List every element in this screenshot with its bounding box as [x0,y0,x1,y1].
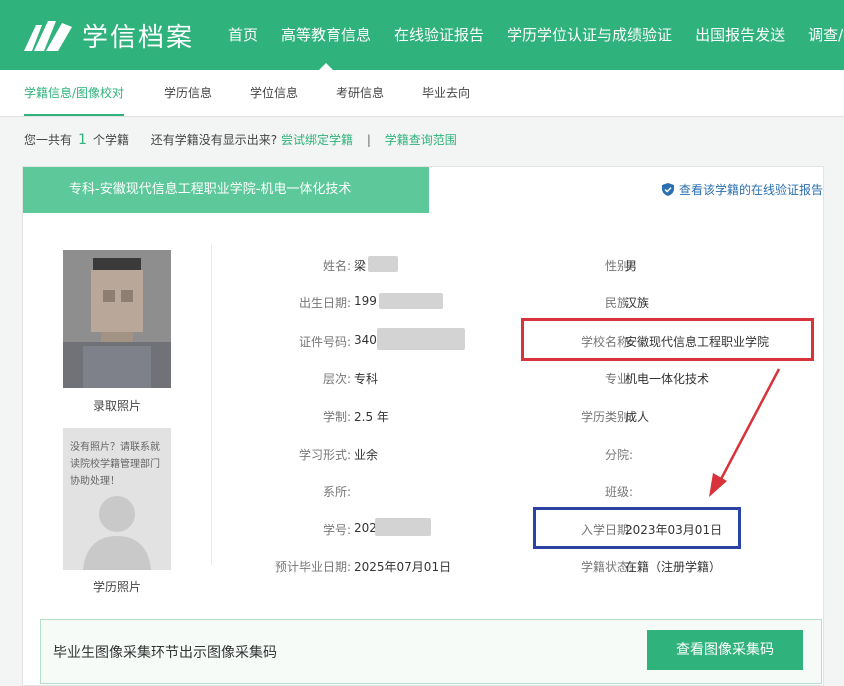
label-study-mode: 学习形式: [298,448,351,462]
value-gender: 男 [625,259,638,273]
label-level: 层次: [322,372,351,386]
site-logo[interactable]: 学信档案 [22,14,194,56]
nav-degree-certification[interactable]: 学历学位认证与成绩验证 [507,0,672,70]
main-nav: 首页 高等教育信息 在线验证报告 学历学位认证与成绩验证 出国报告发送 调查/投… [228,0,844,70]
label-name: 姓名: [322,259,351,273]
record-count: 1 [78,132,87,148]
redaction-blur [377,328,465,350]
image-capture-text: 毕业生图像采集环节出示图像采集码 [53,645,277,661]
separator: | [366,133,371,147]
admission-photo [63,250,171,388]
logo-text: 学信档案 [82,22,195,53]
label-expected-graduation: 预计毕业日期: [274,560,351,574]
school-name-highlight-box [521,318,814,361]
redaction-blur [368,256,398,272]
count-suffix: 个学籍 [92,133,129,147]
label-duration: 学制: [322,410,351,424]
admission-photo-label: 录取照片 [92,399,141,413]
education-photo-placeholder: 没有照片？请联系就读院校学籍管理部门协助处理！ [63,428,171,570]
view-capture-code-button[interactable]: 查看图像采集码 [647,630,803,670]
value-education-category: 成人 [625,410,650,424]
label-student-number: 学号: [322,523,351,537]
tab-education-info[interactable]: 学历信息 [164,70,212,116]
person-silhouette-icon [83,496,151,570]
label-branch-college: 分院: [604,448,633,462]
label-id-number: 证件号码: [298,335,351,349]
student-record-card: 专科-安徽现代信息工程职业学院-机电一体化技术 查看该学籍的在线验证报告 录取照… [22,166,824,686]
tab-student-status[interactable]: 学籍信息/图像校对 [24,70,125,116]
vertical-divider [211,245,212,565]
nav-higher-education-info[interactable]: 高等教育信息 [281,0,371,70]
value-duration: 2.5 年 [354,410,389,424]
tab-postgraduate-exam-info[interactable]: 考研信息 [336,70,384,116]
redaction-blur [375,518,431,536]
query-range-link[interactable]: 学籍查询范围 [385,133,457,147]
nav-overseas-report[interactable]: 出国报告发送 [695,0,785,70]
label-department: 系所: [322,485,351,499]
value-name: 梁 [354,259,367,273]
placeholder-text: 没有照片？请联系就读院校学籍管理部门协助处理！ [70,442,160,487]
enrollment-date-highlight-box [533,507,741,549]
record-title: 专科-安徽现代信息工程职业学院-机电一体化技术 [23,167,429,213]
view-verification-report-link[interactable]: 查看该学籍的在线验证报告 [661,181,823,198]
logo-icon [24,21,72,51]
sub-navigation: 学籍信息/图像校对 学历信息 学位信息 考研信息 毕业去向 [0,70,844,117]
count-prefix: 您一共有 [24,133,73,147]
value-study-mode: 业余 [354,448,379,462]
top-navigation-bar: 学信档案 首页 高等教育信息 在线验证报告 学历学位认证与成绩验证 出国报告发送… [0,0,844,70]
label-birth-date: 出生日期: [298,296,351,310]
value-level: 专科 [354,372,379,386]
bind-record-link[interactable]: 尝试绑定学籍 [281,133,353,147]
missing-record-question: 还有学籍没有显示出来? [150,133,278,147]
value-student-number: 202 [354,521,377,535]
value-expected-graduation: 2025年07月01日 [354,560,452,574]
image-capture-bar: 毕业生图像采集环节出示图像采集码 查看图像采集码 [40,619,822,684]
nav-survey-vote[interactable]: 调查/投票 [808,0,844,70]
shield-icon [661,183,674,196]
tab-graduate-destination[interactable]: 毕业去向 [422,70,470,116]
verify-link-text: 查看该学籍的在线验证报告 [678,183,823,197]
education-photo-label: 学历照片 [92,580,141,594]
value-ethnicity: 汉族 [625,296,650,310]
redaction-blur [379,293,443,309]
record-count-line: 您一共有 1 个学籍 还有学籍没有显示出来? 尝试绑定学籍 | 学籍查询范围 [24,131,457,148]
value-enrollment-status: 在籍（注册学籍） [625,560,722,574]
red-arrow-annotation [709,368,781,497]
tab-degree-info[interactable]: 学位信息 [250,70,298,116]
value-birth-date: 199 [354,294,377,308]
label-class: 班级: [604,485,633,499]
value-id-number: 340 [354,333,377,347]
nav-online-verification-report[interactable]: 在线验证报告 [394,0,484,70]
nav-home[interactable]: 首页 [228,0,258,70]
